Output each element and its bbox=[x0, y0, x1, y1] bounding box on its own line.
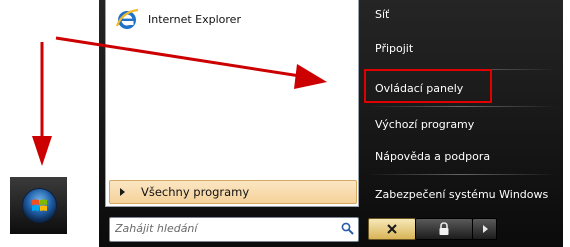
start-button[interactable] bbox=[23, 189, 56, 222]
shutdown-options-button[interactable] bbox=[472, 218, 497, 240]
right-item-connect[interactable]: Připojit bbox=[375, 39, 413, 59]
right-item-default-programs[interactable]: Výchozí programy bbox=[375, 115, 474, 135]
pinned-item-label: Internet Explorer bbox=[148, 12, 241, 26]
start-menu-left-pane: Internet Explorer Všechny programy bbox=[105, 0, 359, 207]
lock-icon bbox=[439, 222, 449, 235]
search-icon[interactable] bbox=[341, 222, 354, 235]
close-icon bbox=[387, 224, 397, 234]
start-orb-container bbox=[10, 177, 67, 234]
highlight-box bbox=[364, 69, 492, 103]
all-programs-button[interactable]: Všechny programy bbox=[109, 180, 357, 204]
all-programs-label: Všechny programy bbox=[141, 185, 250, 199]
arrow-right-icon bbox=[120, 188, 125, 196]
windows-logo-icon bbox=[32, 199, 47, 211]
separator bbox=[367, 174, 557, 175]
shutdown-button[interactable] bbox=[368, 218, 416, 240]
arrow-right-icon bbox=[482, 225, 488, 233]
internet-explorer-icon bbox=[115, 8, 139, 29]
search-input[interactable] bbox=[113, 220, 337, 237]
right-item-help-support[interactable]: Nápověda a podpora bbox=[375, 147, 490, 167]
search-box[interactable] bbox=[109, 217, 359, 242]
right-item-windows-security[interactable]: Zabezpečení systému Windows bbox=[375, 185, 548, 205]
pinned-item-internet-explorer[interactable]: Internet Explorer bbox=[114, 7, 241, 31]
annotation-arrow-down bbox=[32, 42, 52, 166]
right-item-network[interactable]: Síť bbox=[375, 5, 389, 25]
lock-button[interactable] bbox=[415, 218, 473, 240]
separator bbox=[367, 106, 557, 107]
